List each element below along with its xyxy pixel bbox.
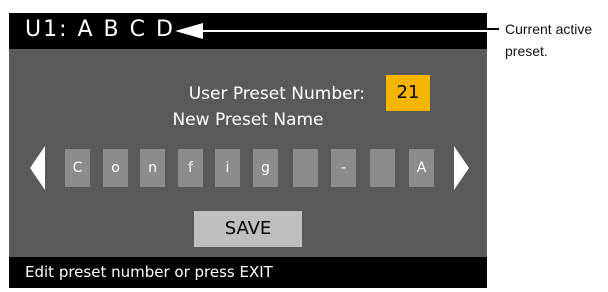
new-preset-name-label: New Preset Name [172, 110, 324, 130]
name-char-cell[interactable]: A [409, 149, 434, 187]
name-char-cell[interactable]: o [103, 149, 128, 187]
active-preset-title: U1: A B C D [25, 17, 175, 42]
save-button[interactable]: SAVE [194, 211, 302, 247]
annotation-line-2: preset. [505, 43, 548, 59]
device-screen: U1: A B C D User Preset Number: 21 New P… [9, 13, 492, 288]
preset-number-label: User Preset Number: [188, 84, 365, 104]
preset-name-editor: C o n f i g - A [9, 146, 487, 191]
name-char-cell[interactable] [293, 149, 318, 187]
right-arrow-icon[interactable] [454, 146, 469, 190]
name-char-cell[interactable]: n [140, 149, 165, 187]
preset-number-field[interactable]: 21 [386, 75, 430, 111]
annotation-arrow-line [189, 30, 492, 32]
name-char-cell[interactable]: - [331, 149, 356, 187]
top-bar: U1: A B C D [9, 13, 492, 49]
bottom-bar: Edit preset number or press EXIT [9, 257, 487, 288]
footer-hint: Edit preset number or press EXIT [25, 263, 273, 281]
left-arrow-icon[interactable] [30, 146, 45, 190]
name-char-cell[interactable]: g [253, 149, 278, 187]
name-char-cell[interactable]: f [178, 149, 203, 187]
name-char-cell[interactable] [370, 149, 395, 187]
name-char-cell[interactable]: C [65, 149, 90, 187]
annotation-callout: Current active preset. [505, 18, 605, 62]
annotation-line-1: Current active [505, 21, 593, 37]
name-char-cell[interactable]: i [215, 149, 240, 187]
annotation-connector-line [487, 28, 499, 30]
